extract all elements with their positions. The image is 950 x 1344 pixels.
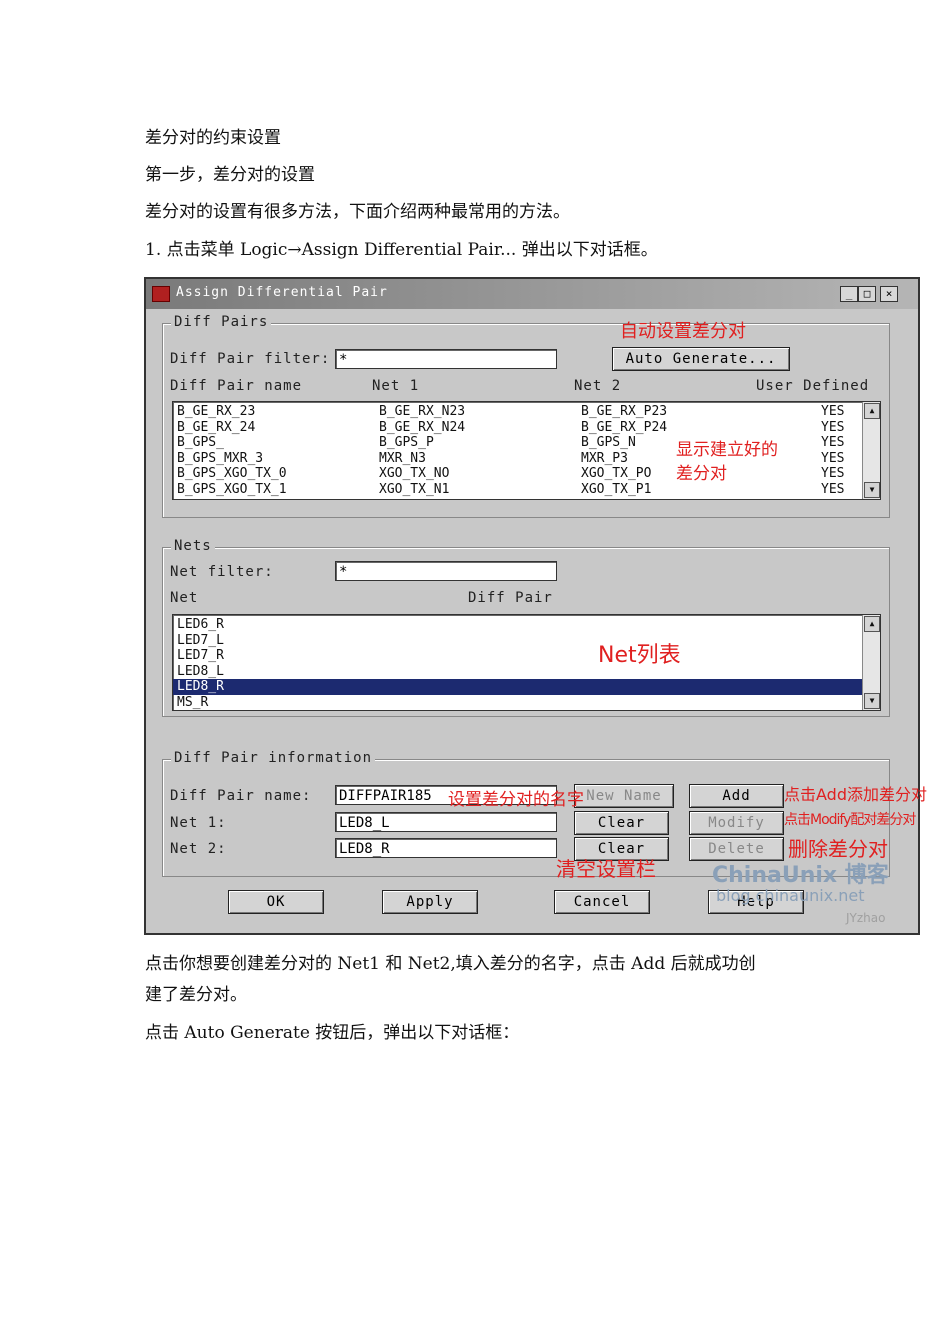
watermark-url: blog.chinaunix.net [716,886,865,905]
maximize-button[interactable]: □ [858,286,876,302]
net-filter-input[interactable]: * [335,561,557,581]
net-row-selected[interactable]: LED8_R [173,679,880,695]
diff-pair-name-label: Diff Pair name: [170,788,312,804]
scroll-down-icon[interactable]: ▼ [864,482,880,498]
app-icon [152,286,170,302]
annotation-modify: 点击Modify配对差分对 [784,812,916,828]
ok-button[interactable]: OK [228,890,324,914]
annotation-netlist: Net列表 [598,643,681,668]
after-text-3: 点击 Auto Generate 按钮后，弹出以下对话框： [145,1023,520,1043]
net-row[interactable]: LED6_R [173,617,880,633]
step-text: 第一步，差分对的设置 [145,165,315,185]
col-user-defined: User Defined [756,378,870,394]
net-row[interactable]: MS_R [173,695,880,711]
scroll-up-icon[interactable]: ▲ [864,403,880,419]
annotation-clear: 清空设置栏 [556,857,656,881]
col-net: Net [170,590,199,606]
watermark-author: JYzhao [846,911,886,925]
assign-diff-pair-dialog: Assign Differential Pair _ □ × Diff Pair… [144,277,927,935]
diff-pair-row[interactable]: B_GE_RX_24 B_GE_RX_N24 B_GE_RX_P24 YES [173,420,880,436]
intro-text: 差分对的设置有很多方法，下面介绍两种最常用的方法。 [145,202,570,222]
list-item-1: 1. 点击菜单 Logic→Assign Differential Pair..… [145,240,658,260]
nets-group-label: Nets [171,538,215,554]
minimize-button[interactable]: _ [840,286,858,302]
col-diff-pair-name: Diff Pair name [170,378,303,394]
nets-list[interactable]: LED6_R LED7_L LED7_R LED8_L LED8_R MS_R … [172,614,881,711]
after-text-1: 点击你想要创建差分对的 Net1 和 Net2,填入差分的名字，点击 Add 后… [145,954,756,974]
modify-button[interactable]: Modify [689,811,784,835]
diff-pairs-scrollbar[interactable]: ▲ ▼ [862,402,880,499]
add-button[interactable]: Add [689,784,784,808]
annotation-add: 点击Add添加差分对 [784,785,927,804]
col-net2: Net 2 [574,378,622,394]
annotation-shown-1: 显示建立好的 [676,440,778,460]
after-text-2: 建了差分对。 [145,985,247,1005]
cancel-button[interactable]: Cancel [554,890,650,914]
net1-label: Net 1: [170,815,227,831]
net-filter-label: Net filter: [170,564,274,580]
diff-pair-filter-input[interactable]: * [335,349,557,369]
diff-pairs-group-label: Diff Pairs [171,314,272,330]
dialog-titlebar: Assign Differential Pair _ □ × [146,279,918,309]
diff-pair-row[interactable]: B_GPS_XGO_TX_0 XGO_TX_NO XGO_TX_PO YES [173,466,880,482]
net-row[interactable]: LED7_L [173,633,880,649]
annotation-shown-2: 差分对 [676,464,727,484]
scroll-down-icon[interactable]: ▼ [864,693,880,709]
nets-scrollbar[interactable]: ▲ ▼ [862,615,880,710]
clear-net1-button[interactable]: Clear [574,811,669,835]
annotation-setname: 设置差分对的名字 [448,790,584,810]
apply-button[interactable]: Apply [382,890,478,914]
col-diff-pair: Diff Pair [468,590,553,606]
dialog-title: Assign Differential Pair [176,285,388,300]
diff-pair-filter-label: Diff Pair filter: [170,351,331,367]
net-row[interactable]: LED7_R [173,648,880,664]
net2-input[interactable]: LED8_R [335,838,557,858]
annotation-delete: 删除差分对 [788,837,888,861]
heading: 差分对的约束设置 [145,128,281,148]
col-net1: Net 1 [372,378,420,394]
net2-label: Net 2: [170,841,227,857]
annotation-auto: 自动设置差分对 [620,321,746,342]
diff-pair-row[interactable]: B_GE_RX_23 B_GE_RX_N23 B_GE_RX_P23 YES [173,404,880,420]
close-button[interactable]: × [880,286,898,302]
net1-input[interactable]: LED8_L [335,812,557,832]
net-row[interactable]: LED8_L [173,664,880,680]
diff-pair-info-group-label: Diff Pair information [171,750,376,766]
diff-pair-row[interactable]: B_GPS_XGO_TX_1 XGO_TX_N1 XGO_TX_P1 YES [173,482,880,498]
scroll-up-icon[interactable]: ▲ [864,616,880,632]
auto-generate-button[interactable]: Auto Generate... [612,347,790,371]
new-name-button[interactable]: New Name [574,784,674,808]
